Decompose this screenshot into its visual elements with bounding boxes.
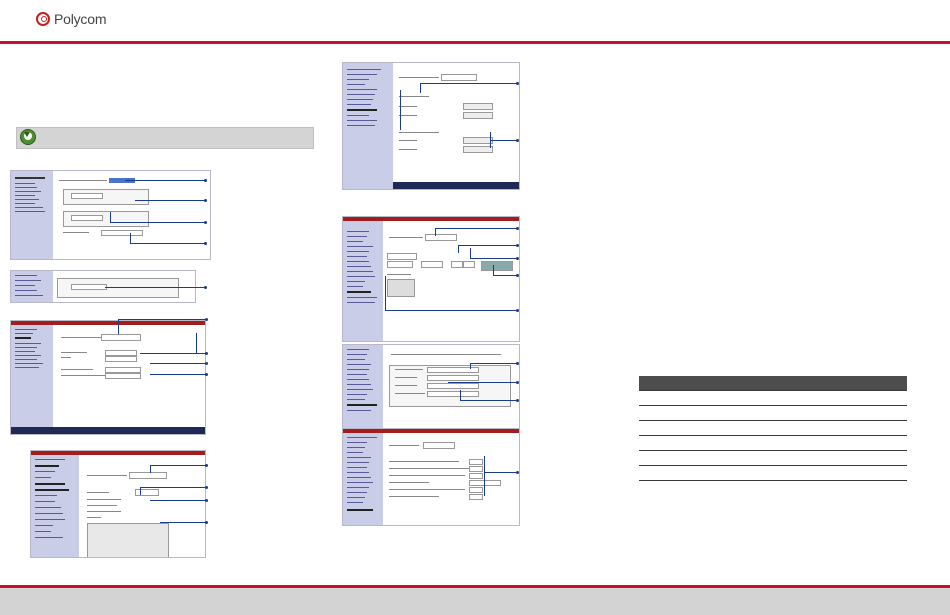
- table-cell: [639, 450, 807, 466]
- screenshot-admin-password: [342, 344, 520, 430]
- table-cell: [639, 405, 807, 421]
- table-cell: [807, 465, 907, 481]
- note-box: [16, 127, 314, 149]
- screenshot-call-manager: [30, 450, 206, 558]
- table-cell: [639, 465, 807, 481]
- polycom-logo-icon: [36, 12, 50, 26]
- table-cell: [807, 435, 907, 451]
- callout-line: [125, 180, 205, 181]
- footer-bar: [0, 588, 950, 615]
- table-cell: [807, 450, 907, 466]
- table-cell: [639, 435, 807, 451]
- table-cell: [639, 390, 807, 406]
- table-row: [639, 405, 907, 421]
- table-row: [639, 450, 907, 466]
- screenshot-h323-authentication: [342, 62, 520, 190]
- header-rule: [0, 41, 950, 44]
- table-row: [639, 390, 907, 406]
- table-header-row: [639, 376, 907, 391]
- table-cell: [807, 420, 907, 436]
- table-header-cell: [639, 376, 807, 391]
- screenshot-sip-config: [10, 320, 206, 435]
- table-row: [639, 420, 907, 436]
- parameters-table: [639, 376, 907, 481]
- table-cell: [807, 390, 907, 406]
- polycom-logo-text: Polycom: [54, 11, 107, 27]
- table-row: [639, 465, 907, 481]
- screenshot-service-flags: [342, 428, 520, 526]
- table-row: [639, 435, 907, 451]
- table-cell: [807, 405, 907, 421]
- screenshot-main-view: [342, 216, 520, 342]
- note-icon-arrow: [24, 132, 30, 137]
- table-cell: [639, 420, 807, 436]
- table-header-cell: [807, 376, 907, 391]
